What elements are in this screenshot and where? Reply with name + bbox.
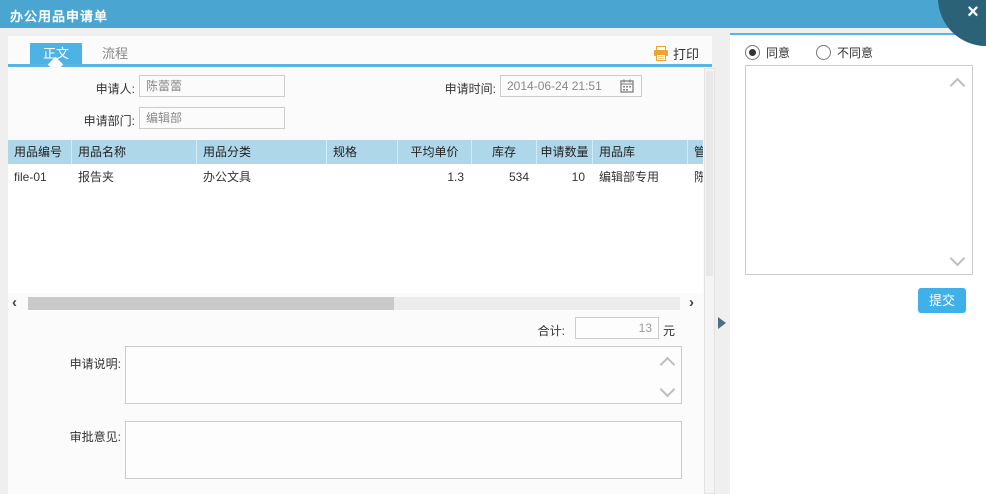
disagree-label: 不同意: [837, 44, 873, 61]
department-label: 申请部门:: [60, 112, 135, 129]
horizontal-scrollbar[interactable]: ‹ ›: [8, 296, 703, 311]
col-header-avg-price: 平均单价: [398, 140, 472, 164]
total-input[interactable]: 13: [575, 317, 659, 339]
col-header-stock: 库存: [472, 140, 537, 164]
disagree-radio[interactable]: [816, 45, 831, 60]
scrollbar-thumb[interactable]: [28, 297, 394, 310]
cell-avg-price: 1.3: [398, 164, 472, 191]
scroll-right-icon[interactable]: ›: [689, 294, 694, 312]
calendar-icon[interactable]: [620, 79, 634, 93]
table-header-row: 用品编号 用品名称 用品分类 规格 平均单价 库存 申请数量 用品库 管理员: [8, 140, 703, 164]
panel-expand-icon[interactable]: [718, 317, 726, 329]
cell-item-code: file-01: [8, 164, 72, 191]
total-label: 合计:: [480, 322, 565, 339]
col-header-category: 用品分类: [197, 140, 327, 164]
cell-stock: 534: [472, 164, 537, 191]
approval-note-textarea[interactable]: [125, 421, 682, 479]
cell-item-name: 报告夹: [72, 164, 197, 191]
close-icon[interactable]: ×: [960, 1, 986, 24]
total-unit-label: 元: [663, 322, 683, 339]
dialog-titlebar: [0, 0, 986, 28]
scrollbar-track[interactable]: [28, 297, 680, 310]
dialog-title: 办公用品申请单: [10, 6, 108, 25]
table-row[interactable]: file-01 报告夹 办公文具 1.3 534 10 编辑部专用 陈蕾蕾: [8, 164, 703, 191]
applicant-label: 申请人:: [60, 80, 135, 97]
print-label: 打印: [673, 44, 699, 63]
approval-options: 同意 不同意: [745, 44, 873, 61]
printer-icon: [653, 46, 669, 61]
col-header-item-name: 用品名称: [72, 140, 197, 164]
apply-time-label: 申请时间:: [420, 80, 496, 97]
cell-store: 编辑部专用: [593, 164, 688, 191]
col-header-qty: 申请数量: [537, 140, 593, 164]
office-supply-request-dialog: 办公用品申请单 × 正文 流程 打印 申请人: 陈蕾蕾 申请时间: 2014-0…: [0, 0, 986, 494]
cell-category: 办公文具: [197, 164, 327, 191]
print-button[interactable]: 打印: [653, 43, 699, 63]
agree-radio[interactable]: [745, 45, 760, 60]
tab-underline: [8, 64, 712, 67]
approval-panel: 同意 不同意 提交: [730, 33, 986, 494]
approval-note-label: 审批意见:: [46, 428, 121, 445]
items-table: 用品编号 用品名称 用品分类 规格 平均单价 库存 申请数量 用品库 管理员 f…: [8, 140, 703, 293]
request-note-label: 申请说明:: [46, 355, 121, 372]
department-input[interactable]: 编辑部: [139, 107, 285, 129]
col-header-spec: 规格: [327, 140, 398, 164]
col-header-admin: 管理员: [688, 140, 703, 164]
cell-qty: 10: [537, 164, 593, 191]
submit-button[interactable]: 提交: [918, 288, 966, 313]
cell-spec: [327, 164, 398, 191]
cell-admin: 陈蕾蕾: [688, 164, 703, 191]
scroll-left-icon[interactable]: ‹: [12, 294, 17, 312]
applicant-input[interactable]: 陈蕾蕾: [139, 75, 285, 97]
col-header-store: 用品库: [593, 140, 688, 164]
vertical-scrollbar[interactable]: [704, 68, 715, 494]
request-note-textarea[interactable]: [125, 346, 682, 404]
approval-comment-textarea[interactable]: [745, 65, 973, 275]
tab-flow[interactable]: 流程: [95, 43, 135, 65]
agree-label: 同意: [766, 44, 790, 61]
vertical-scrollbar-thumb[interactable]: [706, 71, 713, 276]
col-header-item-code: 用品编号: [8, 140, 72, 164]
